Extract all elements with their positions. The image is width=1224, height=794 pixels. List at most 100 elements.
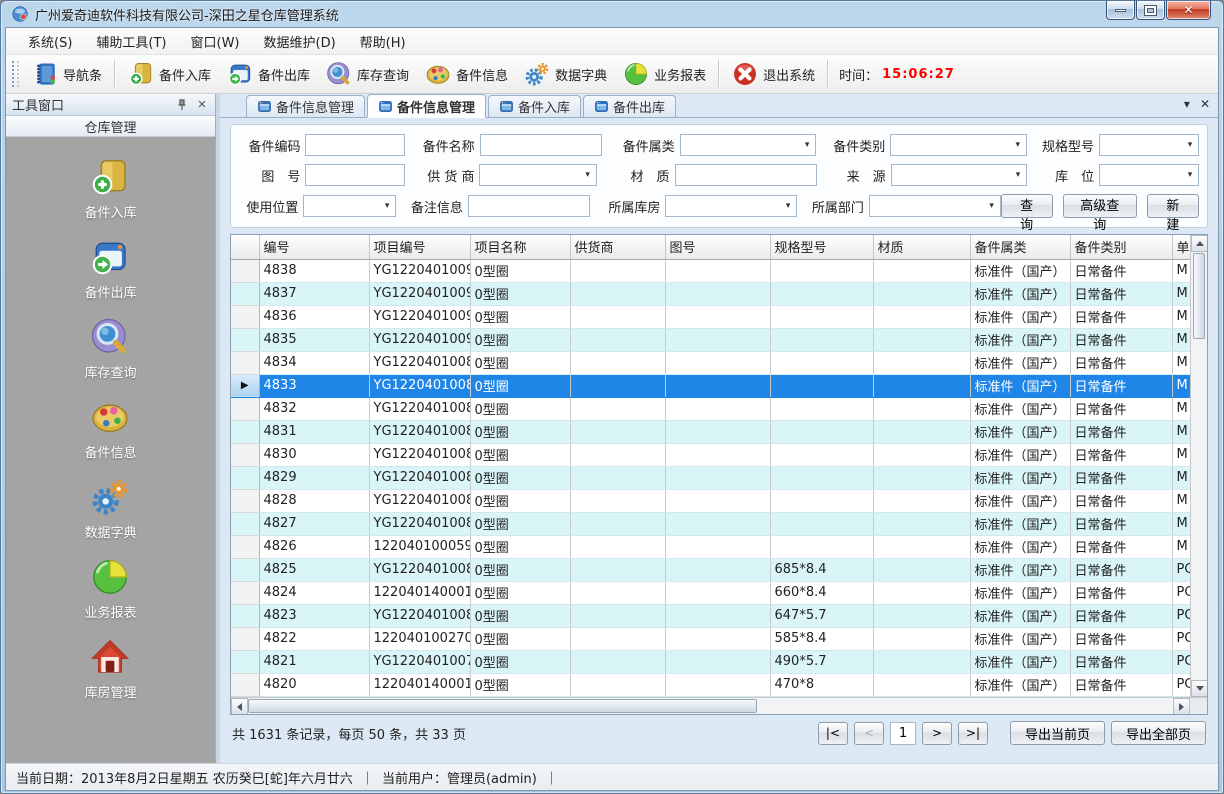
table-row[interactable]: 482212204010027000型圈585*8.4标准件（国产）日常备件PC <box>231 627 1190 650</box>
table-row[interactable]: 4835YG122040100900型圈标准件（国产）日常备件M <box>231 328 1190 351</box>
row-selector[interactable] <box>231 351 259 374</box>
material-input[interactable] <box>675 164 817 186</box>
scroll-right-button[interactable] <box>1173 698 1190 715</box>
row-selector[interactable] <box>231 512 259 535</box>
column-header-part-type[interactable]: 备件类别 <box>1070 235 1172 259</box>
table-row[interactable]: 4829YG122040100840型圈标准件（国产）日常备件M <box>231 466 1190 489</box>
last-page-button[interactable]: >| <box>958 722 988 745</box>
row-selector[interactable] <box>231 489 259 512</box>
menu-tools[interactable]: 辅助工具(T) <box>84 28 178 55</box>
spec-model-select[interactable]: ▾ <box>1099 134 1199 156</box>
row-selector[interactable]: ▶ <box>231 374 259 397</box>
toolbar-nav-bar[interactable]: 导航条 <box>24 58 110 90</box>
table-row[interactable]: 4836YG122040100910型圈标准件（国产）日常备件M <box>231 305 1190 328</box>
close-button[interactable]: ✕ <box>1166 1 1211 20</box>
row-selector[interactable] <box>231 259 259 282</box>
tab-close-button[interactable]: ✕ <box>1200 97 1210 111</box>
row-selector[interactable] <box>231 420 259 443</box>
new-button[interactable]: 新建 <box>1147 194 1199 218</box>
toolbar-stock-query[interactable]: 库存查询 <box>318 58 417 90</box>
scroll-up-button[interactable] <box>1191 235 1207 252</box>
column-header-unit[interactable]: 单位 <box>1172 235 1190 259</box>
column-header-material[interactable]: 材质 <box>873 235 970 259</box>
vertical-scroll-thumb[interactable] <box>1193 253 1205 339</box>
location-select[interactable]: ▾ <box>1099 164 1199 186</box>
column-header-spec[interactable]: 规格型号 <box>770 235 873 259</box>
table-row[interactable]: 4828YG122040100830型圈标准件（国产）日常备件M <box>231 489 1190 512</box>
row-selector[interactable] <box>231 282 259 305</box>
row-selector[interactable] <box>231 650 259 673</box>
remark-input[interactable] <box>468 195 590 217</box>
table-row[interactable]: ▶4833YG122040100880型圈标准件（国产）日常备件M <box>231 374 1190 397</box>
column-header-supplier[interactable]: 供货商 <box>570 235 665 259</box>
row-selector[interactable] <box>231 673 259 696</box>
warehouse-select[interactable]: ▾ <box>665 195 797 217</box>
column-header-project-name[interactable]: 项目名称 <box>470 235 570 259</box>
toolbar-exit-system[interactable]: 退出系统 <box>724 58 823 90</box>
menu-system[interactable]: 系统(S) <box>16 28 84 55</box>
table-row[interactable]: 4832YG122040100870型圈标准件（国产）日常备件M <box>231 397 1190 420</box>
row-selector[interactable] <box>231 443 259 466</box>
table-row[interactable]: 482412204014000120型圈660*8.4标准件（国产）日常备件PC <box>231 581 1190 604</box>
export-current-page-button[interactable]: 导出当前页 <box>1010 721 1105 745</box>
department-select[interactable]: ▾ <box>869 195 1001 217</box>
nav-parts-outbound[interactable]: 备件出库 <box>84 237 136 301</box>
column-header-id[interactable]: 编号 <box>259 235 369 259</box>
maximize-button[interactable] <box>1136 1 1165 20</box>
table-row[interactable]: 4827YG122040100820型圈标准件（国产）日常备件M <box>231 512 1190 535</box>
row-selector[interactable] <box>231 604 259 627</box>
supplier-select[interactable]: ▾ <box>479 164 596 186</box>
row-selector[interactable] <box>231 328 259 351</box>
page-number-input[interactable] <box>890 722 916 745</box>
table-row[interactable]: 482012204014000130型圈470*8标准件（国产）日常备件PC <box>231 673 1190 696</box>
prev-page-button[interactable]: < <box>854 722 884 745</box>
table-row[interactable]: 4830YG122040100850型圈标准件（国产）日常备件M <box>231 443 1190 466</box>
menu-data-maintenance[interactable]: 数据维护(D) <box>252 28 348 55</box>
first-page-button[interactable]: |< <box>818 722 848 745</box>
nav-parts-info[interactable]: 备件信息 <box>84 397 136 461</box>
row-selector[interactable] <box>231 305 259 328</box>
row-selector[interactable] <box>231 627 259 650</box>
export-all-pages-button[interactable]: 导出全部页 <box>1111 721 1206 745</box>
advanced-query-button[interactable]: 高级查询 <box>1063 194 1137 218</box>
menu-help[interactable]: 帮助(H) <box>348 28 418 55</box>
drawing-no-input[interactable] <box>305 164 405 186</box>
tab-parts-info-management-2[interactable]: 备件信息管理 <box>367 94 486 118</box>
source-select[interactable]: ▾ <box>891 164 1027 186</box>
toolbar-parts-outbound[interactable]: 备件出库 <box>219 58 318 90</box>
row-selector[interactable] <box>231 466 259 489</box>
column-header-part-class[interactable]: 备件属类 <box>970 235 1070 259</box>
toolbar-parts-inbound[interactable]: 备件入库 <box>120 58 219 90</box>
horizontal-scroll-thumb[interactable] <box>248 699 757 713</box>
next-page-button[interactable]: > <box>922 722 952 745</box>
table-row[interactable]: 4838YG122040100930型圈标准件（国产）日常备件M <box>231 259 1190 282</box>
toolbar-grip[interactable] <box>12 61 19 87</box>
toolbar-business-report[interactable]: 业务报表 <box>615 58 714 90</box>
column-header-drawing-no[interactable]: 图号 <box>665 235 770 259</box>
query-button[interactable]: 查询 <box>1001 194 1053 218</box>
table-row[interactable]: 4823YG122040100800型圈647*5.7标准件（国产）日常备件PC <box>231 604 1190 627</box>
table-row[interactable]: 4834YG122040100890型圈标准件（国产）日常备件M <box>231 351 1190 374</box>
minimize-button[interactable] <box>1106 1 1135 20</box>
row-selector[interactable] <box>231 558 259 581</box>
tab-list-button[interactable]: ▾ <box>1184 97 1190 111</box>
toolbar-parts-info[interactable]: 备件信息 <box>417 58 516 90</box>
row-selector[interactable] <box>231 397 259 420</box>
nav-parts-inbound[interactable]: 备件入库 <box>84 157 136 221</box>
tab-parts-outbound[interactable]: 备件出库 <box>583 95 676 117</box>
scroll-down-button[interactable] <box>1191 680 1207 697</box>
table-row[interactable]: 4831YG122040100860型圈标准件（国产）日常备件M <box>231 420 1190 443</box>
tab-parts-inbound[interactable]: 备件入库 <box>488 95 581 117</box>
nav-warehouse-management[interactable]: 库房管理 <box>84 637 136 701</box>
nav-stock-query[interactable]: 库存查询 <box>84 317 136 381</box>
part-name-input[interactable] <box>480 134 602 156</box>
part-type-select[interactable]: ▾ <box>890 134 1026 156</box>
part-class-select[interactable]: ▾ <box>680 134 816 156</box>
tab-parts-info-management-1[interactable]: 备件信息管理 <box>246 95 365 117</box>
scroll-left-button[interactable] <box>231 698 248 715</box>
column-header-project-no[interactable]: 项目编号 <box>369 235 470 259</box>
use-position-select[interactable]: ▾ <box>303 195 396 217</box>
table-row[interactable]: 482612204010005990型圈标准件（国产）日常备件M <box>231 535 1190 558</box>
row-selector[interactable] <box>231 535 259 558</box>
table-row[interactable]: 4821YG122040100790型圈490*5.7标准件（国产）日常备件PC <box>231 650 1190 673</box>
